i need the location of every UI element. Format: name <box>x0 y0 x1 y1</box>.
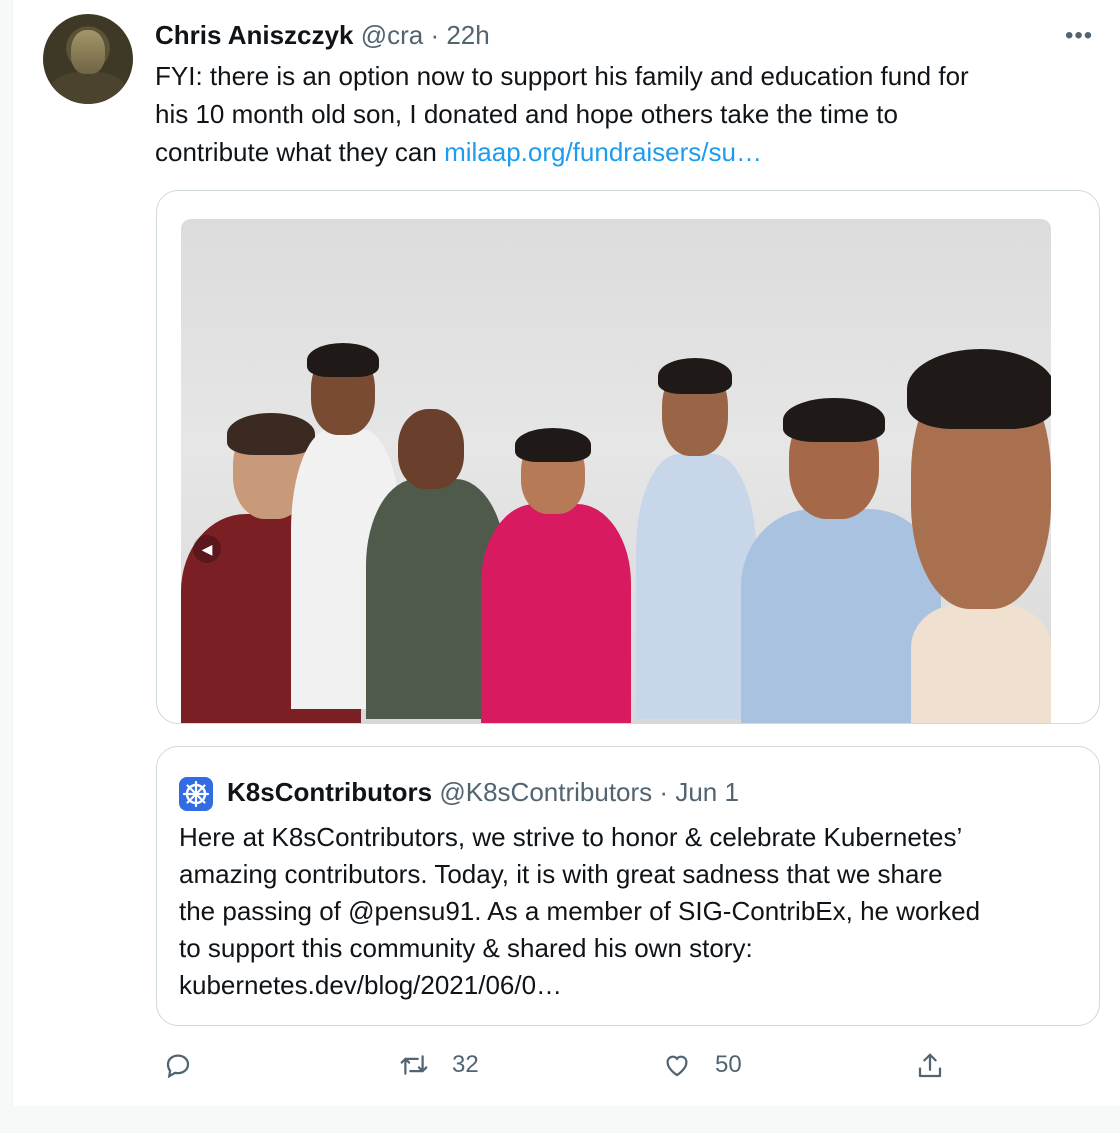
quoted-text-line: amazing contributors. Today, it is with … <box>179 859 943 889</box>
share-button[interactable] <box>915 1050 945 1082</box>
reply-button[interactable] <box>163 1050 193 1080</box>
tweet-timestamp[interactable]: 22h <box>446 20 489 50</box>
quoted-text-line: to support this community & shared his o… <box>179 933 753 963</box>
carousel-prev-icon[interactable]: ◀ <box>193 535 221 563</box>
author-handle[interactable]: @cra <box>361 20 424 50</box>
tweet-header: Chris Aniszczyk @cra · 22h <box>155 18 490 52</box>
quoted-date[interactable]: Jun 1 <box>675 777 739 807</box>
fundraiser-link[interactable]: milaap.org/fundraisers/su… <box>444 137 762 167</box>
quoted-text: Here at K8sContributors, we strive to ho… <box>179 819 1079 1004</box>
more-options-icon[interactable]: ••• <box>1065 22 1093 50</box>
quoted-text-line: the passing of @pensu91. As a member of … <box>179 896 981 926</box>
quoted-text-line: kubernetes.dev/blog/2021/06/0… <box>179 970 563 1000</box>
author-avatar[interactable] <box>43 14 133 104</box>
author-name[interactable]: Chris Aniszczyk <box>155 20 353 50</box>
quoted-tweet[interactable]: K8sContributors @K8sContributors · Jun 1… <box>156 746 1100 1026</box>
separator-dot: · <box>659 777 669 807</box>
reply-icon <box>163 1050 193 1080</box>
quoted-text-line: Here at K8sContributors, we strive to ho… <box>179 822 963 852</box>
tweet-text-line: contribute what they can <box>155 137 445 167</box>
tweet-text-line: FYI: there is an option now to support h… <box>155 61 969 91</box>
group-photo[interactable]: ◀ <box>181 219 1051 723</box>
like-count: 50 <box>715 1051 742 1078</box>
retweet-count: 32 <box>452 1051 479 1078</box>
tweet-actions: 32 50 <box>13 1040 1120 1100</box>
quoted-author-handle[interactable]: @K8sContributors <box>439 777 652 807</box>
retweet-icon <box>398 1050 430 1080</box>
tweet-card[interactable]: Chris Aniszczyk @cra · 22h ••• FYI: ther… <box>12 0 1120 1106</box>
tweet-text-line: his 10 month old son, I donated and hope… <box>155 99 898 129</box>
separator-dot: · <box>430 20 440 50</box>
like-button[interactable]: 50 <box>661 1050 742 1080</box>
quoted-author-name[interactable]: K8sContributors <box>227 777 432 807</box>
kubernetes-logo-icon[interactable] <box>179 777 213 811</box>
tweet-text: FYI: there is an option now to support h… <box>155 57 1085 171</box>
heart-icon <box>661 1050 693 1080</box>
quoted-header: K8sContributors @K8sContributors · Jun 1 <box>227 775 739 809</box>
media-card[interactable]: ◀ <box>156 190 1100 724</box>
share-icon <box>915 1050 945 1082</box>
retweet-button[interactable]: 32 <box>398 1050 479 1080</box>
